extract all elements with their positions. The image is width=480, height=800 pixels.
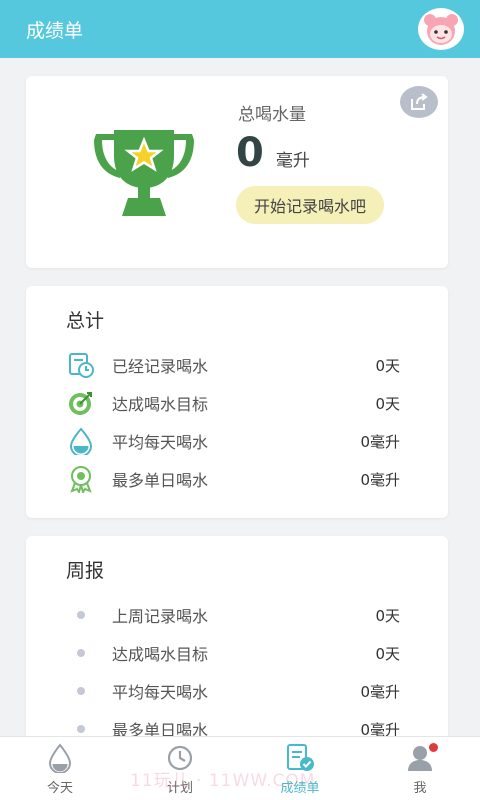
water-drop-icon — [66, 426, 96, 456]
share-button[interactable] — [400, 86, 438, 118]
list-item: 已经记录喝水 0天 — [66, 346, 400, 384]
totals-list: 已经记录喝水 0天 达成喝水目标 0天 平均每天喝水 0毫升 最多单日喝水 0毫… — [66, 346, 400, 498]
summary-card: 总喝水量 0 毫升 开始记录喝水吧 — [26, 76, 448, 268]
notification-dot — [429, 743, 438, 752]
totals-card: 总计 已经记录喝水 0天 达成喝水目标 0天 平均每天喝水 0毫升 最多单日喝水… — [26, 286, 448, 518]
share-icon — [411, 93, 428, 110]
totals-title: 总计 — [66, 310, 105, 332]
list-item: 平均每天喝水 0毫升 — [66, 422, 400, 460]
stat-value: 0毫升 — [360, 432, 400, 451]
list-item: 达成喝水目标 0天 — [66, 634, 400, 672]
start-recording-button[interactable]: 开始记录喝水吧 — [236, 186, 385, 224]
watermark: 11玩儿 · 11WW.COM — [130, 771, 316, 791]
list-item: 达成喝水目标 0天 — [66, 384, 400, 422]
stat-value: 0天 — [375, 606, 400, 625]
weekly-list: 上周记录喝水 0天 达成喝水目标 0天 平均每天喝水 0毫升 最多单日喝水 0毫… — [66, 596, 400, 748]
stat-label: 平均每天喝水 — [112, 683, 209, 702]
avatar[interactable] — [418, 8, 464, 50]
water-drop-icon — [44, 743, 76, 773]
stat-value: 0毫升 — [360, 470, 400, 489]
nav-label: 今天 — [46, 781, 73, 796]
bullet-icon — [66, 676, 96, 706]
list-item: 最多单日喝水 0毫升 — [66, 460, 400, 498]
calendar-clock-icon — [66, 350, 96, 380]
page-title: 成绩单 — [26, 19, 84, 42]
list-item: 平均每天喝水 0毫升 — [66, 672, 400, 710]
stat-label: 达成喝水目标 — [112, 645, 209, 664]
total-intake-value: 0 — [236, 130, 264, 176]
weekly-card: 周报 上周记录喝水 0天 达成喝水目标 0天 平均每天喝水 0毫升 最多单日喝水… — [26, 536, 448, 756]
stat-label: 最多单日喝水 — [112, 471, 209, 490]
stat-label: 上周记录喝水 — [112, 607, 209, 626]
stat-value: 0天 — [375, 394, 400, 413]
stat-value: 0天 — [375, 356, 400, 375]
bullet-icon — [66, 600, 96, 630]
nav-label: 我 — [413, 781, 427, 796]
app-bar: 成绩单 — [0, 0, 480, 58]
medal-icon — [66, 464, 96, 494]
total-intake-row: 0 毫升 — [236, 130, 310, 176]
target-icon — [66, 388, 96, 418]
girl-face-icon — [424, 14, 458, 45]
stat-value: 0毫升 — [360, 682, 400, 701]
list-item: 上周记录喝水 0天 — [66, 596, 400, 634]
trophy-icon — [94, 130, 194, 216]
stat-label: 已经记录喝水 — [112, 357, 209, 376]
stat-value: 0天 — [375, 644, 400, 663]
stat-label: 平均每天喝水 — [112, 433, 209, 452]
total-intake-label: 总喝水量 — [238, 105, 306, 125]
total-intake-unit: 毫升 — [275, 151, 310, 171]
weekly-title: 周报 — [66, 560, 105, 582]
nav-item-today[interactable]: 今天 — [0, 737, 120, 800]
nav-item-me[interactable]: 我 — [360, 737, 480, 800]
bullet-icon — [66, 638, 96, 668]
stat-label: 达成喝水目标 — [112, 395, 209, 414]
